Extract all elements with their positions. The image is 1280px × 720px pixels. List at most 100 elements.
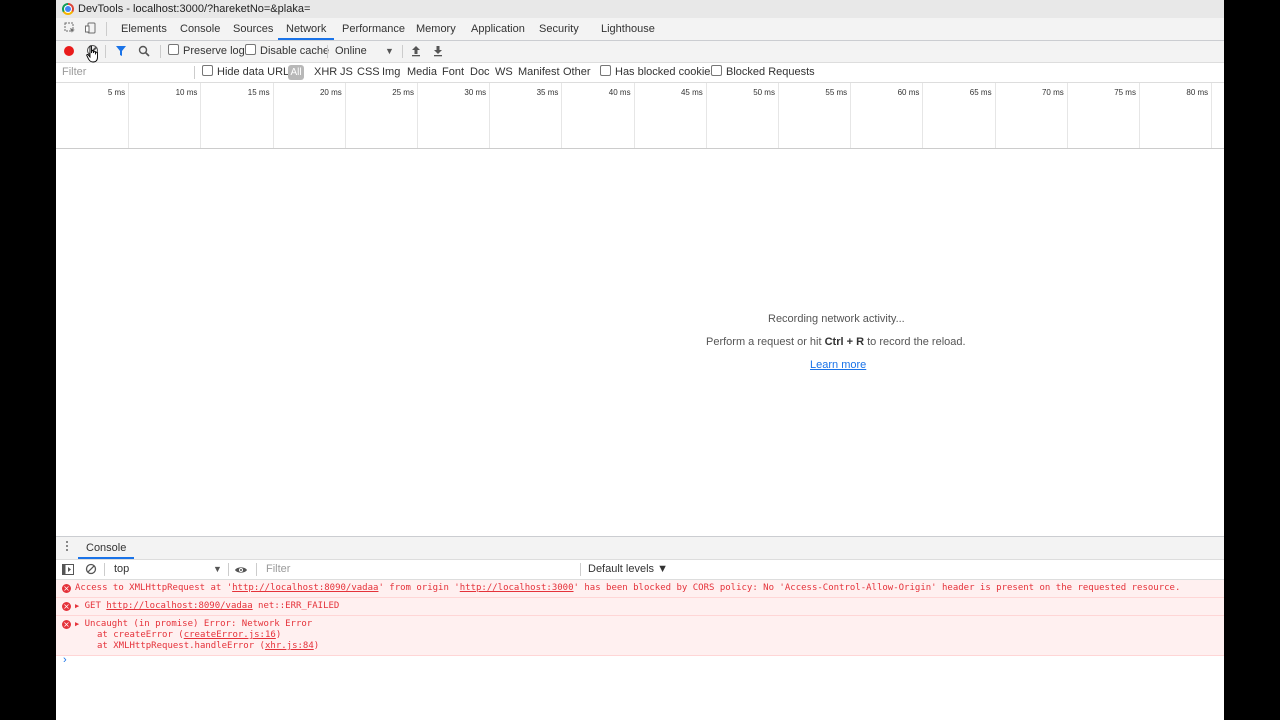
- timeline-tick-label: 50 ms: [753, 88, 775, 97]
- timeline-tick: 40 ms: [561, 83, 635, 148]
- has-blocked-cookies-label: Has blocked cookies: [615, 66, 716, 78]
- timeline-tick: 55 ms: [778, 83, 852, 148]
- stack-frame-prefix: at XMLHttpRequest.handleError (: [97, 641, 265, 651]
- request-url-link[interactable]: http://localhost:8090/vadaa: [232, 583, 378, 593]
- timeline-tick-label: 80 ms: [1186, 88, 1209, 97]
- disable-cache-label: Disable cache: [260, 45, 330, 57]
- timeline-tick: 15 ms: [200, 83, 274, 148]
- stack-frame-link[interactable]: xhr.js:84: [265, 641, 314, 651]
- drawer-tab-console[interactable]: Console: [78, 537, 135, 559]
- tab-lighthouse[interactable]: Lighthouse: [601, 18, 655, 40]
- console-toolbar-divider: [580, 563, 581, 576]
- reload-shortcut: Ctrl + R: [824, 336, 865, 348]
- type-filter-doc[interactable]: Doc: [470, 63, 490, 82]
- network-overview-timeline[interactable]: 5 ms 10 ms 15 ms 20 ms 25 ms 30 ms 35 ms 40 ms 4…: [56, 83, 1224, 149]
- console-prompt-icon[interactable]: ›: [63, 654, 67, 666]
- tab-security[interactable]: Security: [539, 18, 579, 40]
- hide-data-urls-checkbox[interactable]: Hide data URLs: [202, 63, 295, 82]
- type-filter-xhr[interactable]: XHR: [314, 63, 337, 82]
- type-filter-font[interactable]: Font: [442, 63, 464, 82]
- type-filter-all[interactable]: All: [288, 65, 304, 80]
- blocked-requests-checkbox[interactable]: Blocked Requests: [711, 63, 815, 82]
- tab-application[interactable]: Application: [471, 18, 525, 40]
- request-url-link[interactable]: http://localhost:8090/vadaa: [106, 601, 252, 611]
- expand-triangle-icon[interactable]: ▶: [75, 602, 79, 610]
- learn-more-link[interactable]: Learn more: [810, 359, 866, 371]
- devtools-window: DevTools - localhost:3000/?hareketNo=&pl…: [56, 0, 1224, 720]
- timeline-tick-label: 35 ms: [536, 88, 559, 97]
- type-filter-manifest[interactable]: Manifest: [518, 63, 560, 82]
- log-levels-select[interactable]: Default levels ▼: [588, 560, 668, 579]
- timeline-tick: 70 ms: [995, 83, 1068, 148]
- stack-frame-link[interactable]: createError.js:16: [184, 630, 276, 640]
- preserve-log-label: Preserve log: [183, 45, 245, 57]
- network-filter-bar: Filter Hide data URLs All XHR JS CSS Img…: [56, 63, 1224, 83]
- disable-cache-checkbox[interactable]: Disable cache: [245, 41, 329, 62]
- reload-hint-prefix: Perform a request or hit: [706, 336, 825, 348]
- live-expression-eye-icon[interactable]: [234, 560, 248, 579]
- export-har-icon[interactable]: [433, 41, 443, 62]
- title-bar: DevTools - localhost:3000/?hareketNo=&pl…: [56, 0, 1224, 18]
- tab-performance[interactable]: Performance: [342, 18, 405, 40]
- type-filter-css[interactable]: CSS: [357, 63, 380, 82]
- error-icon: ×: [62, 602, 71, 611]
- console-filter-input[interactable]: Filter: [266, 560, 576, 579]
- type-filter-media[interactable]: Media: [407, 63, 437, 82]
- error-icon: ×: [62, 620, 71, 629]
- console-error-get[interactable]: × ▶ GET http://localhost:8090/vadaa net:…: [56, 598, 1224, 616]
- record-button[interactable]: [64, 46, 74, 56]
- timeline-tick: 35 ms: [489, 83, 563, 148]
- tab-network[interactable]: Network: [278, 18, 335, 40]
- stack-frame-prefix: at createError (: [97, 630, 184, 640]
- panel-tab-bar: Elements Console Sources Network Perform…: [56, 18, 1224, 41]
- preserve-log-checkbox[interactable]: Preserve log: [168, 41, 245, 62]
- expand-triangle-icon[interactable]: ▶: [75, 620, 79, 628]
- timeline-tick-label: 30 ms: [464, 88, 487, 97]
- device-toolbar-icon[interactable]: [84, 22, 98, 36]
- checkbox-box[interactable]: [168, 44, 179, 55]
- timeline-tick-label: 20 ms: [319, 88, 342, 97]
- timeline-tick-label: 45 ms: [680, 88, 703, 97]
- chrome-logo-icon: [62, 3, 74, 15]
- timeline-tick: 25 ms: [345, 83, 418, 148]
- checkbox-box[interactable]: [600, 65, 611, 76]
- type-filter-img[interactable]: Img: [382, 63, 400, 82]
- chevron-down-icon[interactable]: ▼: [385, 41, 394, 62]
- reload-hint-suffix: to record the reload.: [864, 336, 966, 348]
- timeline-tick: 45 ms: [634, 83, 707, 148]
- clear-console-icon[interactable]: [85, 560, 97, 579]
- timeline-tick: 75 ms: [1067, 83, 1140, 148]
- has-blocked-cookies-checkbox[interactable]: Has blocked cookies: [600, 63, 716, 82]
- hide-data-urls-label: Hide data URLs: [217, 66, 295, 78]
- checkbox-box[interactable]: [711, 65, 722, 76]
- console-toolbar-divider: [228, 563, 229, 576]
- type-filter-other[interactable]: Other: [563, 63, 591, 82]
- search-icon[interactable]: [138, 41, 150, 62]
- request-status: net::ERR_FAILED: [252, 601, 340, 611]
- execution-context-select[interactable]: top: [114, 560, 129, 579]
- origin-url-link[interactable]: http://localhost:3000: [460, 583, 574, 593]
- tab-elements[interactable]: Elements: [121, 18, 167, 40]
- type-filter-ws[interactable]: WS: [495, 63, 513, 82]
- inspect-element-icon[interactable]: [63, 22, 77, 36]
- stack-frame-suffix: ): [275, 630, 282, 640]
- tab-memory[interactable]: Memory: [416, 18, 456, 40]
- timeline-tick: 20 ms: [273, 83, 346, 148]
- tab-console[interactable]: Console: [180, 18, 220, 40]
- more-tools-icon[interactable]: [66, 541, 69, 553]
- timeline-tick-label: 60 ms: [897, 88, 920, 97]
- checkbox-box[interactable]: [245, 44, 256, 55]
- timeline-tick-label: 70 ms: [1041, 88, 1064, 97]
- console-error-uncaught[interactable]: × ▶ Uncaught (in promise) Error: Network…: [56, 616, 1224, 656]
- filter-divider: [194, 66, 195, 79]
- console-sidebar-icon[interactable]: [62, 560, 74, 579]
- filter-toggle-icon[interactable]: [115, 41, 127, 62]
- tab-sources[interactable]: Sources: [233, 18, 273, 40]
- checkbox-box[interactable]: [202, 65, 213, 76]
- console-toolbar: top ▼ Filter Default levels ▼: [56, 560, 1224, 580]
- type-filter-js[interactable]: JS: [340, 63, 353, 82]
- chevron-down-icon[interactable]: ▼: [213, 560, 222, 579]
- throttling-select[interactable]: Online: [335, 41, 367, 62]
- import-har-icon[interactable]: [411, 41, 421, 62]
- filter-input[interactable]: Filter: [62, 63, 190, 82]
